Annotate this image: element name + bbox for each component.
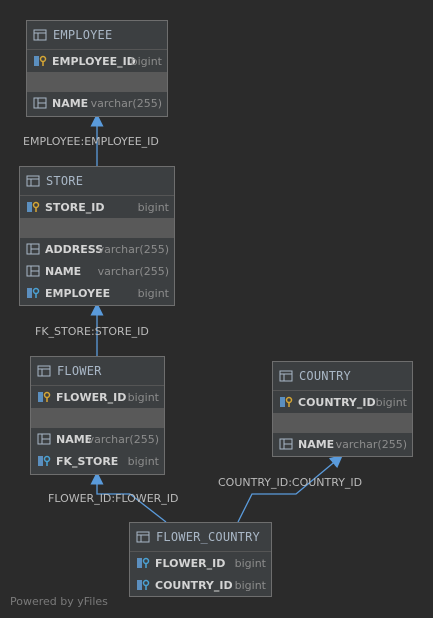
- table-icon: [37, 365, 51, 377]
- table-title: COUNTRY: [299, 369, 351, 383]
- column-type: bigint: [137, 200, 169, 214]
- column-type: bigint: [234, 578, 266, 592]
- separator: [31, 408, 164, 428]
- column-name: FLOWER_ID: [56, 390, 127, 404]
- relation-label: EMPLOYEE:EMPLOYEE_ID: [23, 135, 159, 148]
- table-country[interactable]: COUNTRY COUNTRY_ID bigint NAME varchar(2…: [272, 361, 413, 457]
- column-name: COUNTRY_ID: [298, 395, 376, 409]
- foreign-key-icon: [137, 579, 150, 590]
- column-icon: [37, 433, 51, 445]
- column-name: EMPLOYEE: [45, 286, 111, 300]
- column-type: varchar(255): [97, 242, 169, 256]
- primary-key-icon: [38, 391, 51, 402]
- column-row[interactable]: COUNTRY_ID bigint: [273, 391, 412, 413]
- column-icon: [33, 97, 47, 109]
- column-row[interactable]: FLOWER_ID bigint: [130, 552, 271, 574]
- table-title: STORE: [46, 174, 84, 188]
- column-type: varchar(255): [90, 96, 162, 110]
- edge-flowercountry-country: [237, 454, 343, 523]
- column-row[interactable]: EMPLOYEE_ID bigint: [27, 50, 167, 72]
- table-header: FLOWER_COUNTRY: [130, 523, 271, 552]
- column-type: bigint: [234, 556, 266, 570]
- relation-label: FLOWER_ID:FLOWER_ID: [48, 492, 179, 505]
- column-type: varchar(255): [87, 432, 159, 446]
- column-icon: [279, 438, 293, 450]
- table-title: EMPLOYEE: [53, 28, 113, 42]
- column-name: COUNTRY_ID: [155, 578, 233, 592]
- table-header: STORE: [20, 167, 174, 196]
- table-title: FLOWER: [57, 364, 102, 378]
- column-type: bigint: [127, 390, 159, 404]
- column-row[interactable]: NAME varchar(255): [20, 260, 174, 282]
- column-name: NAME: [45, 264, 82, 278]
- table-icon: [26, 175, 40, 187]
- table-employee[interactable]: EMPLOYEE EMPLOYEE_ID bigint NAME varchar…: [26, 20, 168, 117]
- powered-by-label: Powered by yFiles: [10, 595, 108, 608]
- column-name: FLOWER_ID: [155, 556, 226, 570]
- column-row[interactable]: FLOWER_ID bigint: [31, 386, 164, 408]
- column-name: NAME: [52, 96, 89, 110]
- column-row[interactable]: FK_STORE bigint: [31, 450, 164, 472]
- column-type: varchar(255): [335, 437, 407, 451]
- foreign-key-icon: [27, 287, 40, 298]
- table-flower[interactable]: FLOWER FLOWER_ID bigint NAME varchar(255…: [30, 356, 165, 475]
- table-store[interactable]: STORE STORE_ID bigint ADDRESS varchar(25…: [19, 166, 175, 306]
- column-type: bigint: [130, 54, 162, 68]
- column-type: varchar(255): [97, 264, 169, 278]
- column-row[interactable]: NAME varchar(255): [273, 433, 412, 455]
- table-icon: [136, 531, 150, 543]
- column-row[interactable]: ADDRESS varchar(255): [20, 238, 174, 260]
- column-type: bigint: [137, 286, 169, 300]
- column-row[interactable]: NAME varchar(255): [27, 92, 167, 114]
- table-header: FLOWER: [31, 357, 164, 386]
- column-type: bigint: [127, 454, 159, 468]
- primary-key-icon: [34, 55, 47, 66]
- primary-key-icon: [280, 396, 293, 407]
- relation-label: COUNTRY_ID:COUNTRY_ID: [218, 476, 363, 489]
- column-icon: [26, 243, 40, 255]
- table-header: COUNTRY: [273, 362, 412, 391]
- table-flower-country[interactable]: FLOWER_COUNTRY FLOWER_ID bigint COUNTRY_…: [129, 522, 272, 597]
- column-type: bigint: [375, 395, 407, 409]
- column-name: STORE_ID: [45, 200, 105, 214]
- separator: [27, 72, 167, 92]
- foreign-key-icon: [38, 455, 51, 466]
- table-header: EMPLOYEE: [27, 21, 167, 50]
- foreign-key-icon: [137, 557, 150, 568]
- primary-key-icon: [27, 201, 40, 212]
- column-row[interactable]: STORE_ID bigint: [20, 196, 174, 218]
- table-title: FLOWER_COUNTRY: [156, 530, 260, 544]
- table-icon: [33, 29, 47, 41]
- separator: [273, 413, 412, 433]
- table-icon: [279, 370, 293, 382]
- separator: [20, 218, 174, 238]
- relation-label: FK_STORE:STORE_ID: [35, 325, 149, 338]
- column-name: FK_STORE: [56, 454, 119, 468]
- column-row[interactable]: COUNTRY_ID bigint: [130, 574, 271, 596]
- column-row[interactable]: NAME varchar(255): [31, 428, 164, 450]
- column-name: EMPLOYEE_ID: [52, 54, 136, 68]
- column-name: NAME: [298, 437, 335, 451]
- column-row[interactable]: EMPLOYEE bigint: [20, 282, 174, 304]
- column-icon: [26, 265, 40, 277]
- column-name: ADDRESS: [45, 242, 104, 256]
